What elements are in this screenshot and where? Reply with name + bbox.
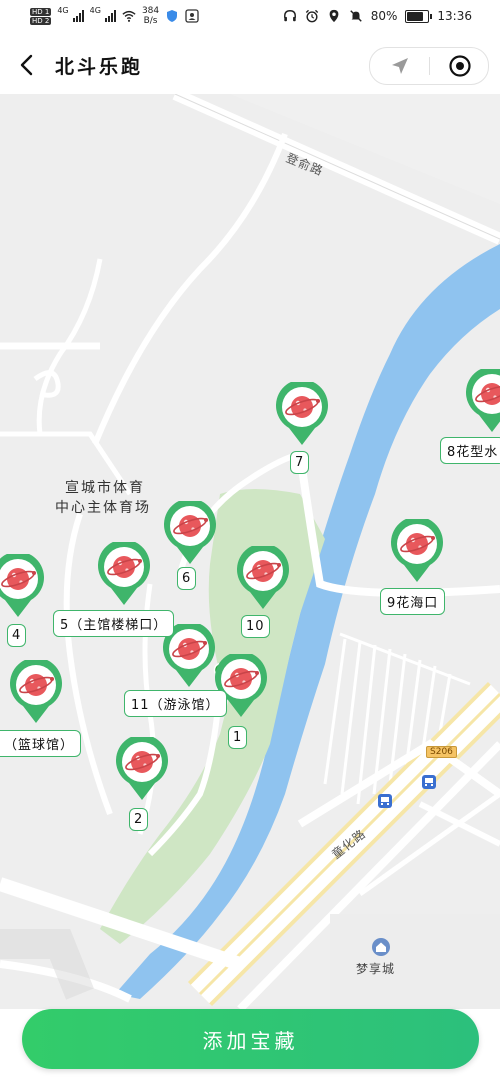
status-left: HD 1 HD 2 4G 4G 384 B/s (30, 6, 199, 26)
planet-pin-icon (98, 539, 150, 605)
marker-label-2[interactable]: 2 (129, 808, 149, 831)
navigation-arrow-icon (391, 58, 408, 74)
marker-label-10[interactable]: 10 (241, 615, 270, 638)
treasure-pin-5[interactable] (97, 539, 151, 606)
marker-label-7[interactable]: 7 (290, 451, 310, 474)
marker-label-9[interactable]: 9花海口 (380, 588, 446, 615)
sig2-label: 4G (89, 6, 101, 15)
signal-icon (104, 10, 116, 22)
alarm-icon (305, 9, 318, 23)
bus-stop-icon (378, 794, 392, 808)
wifi-icon (122, 10, 136, 22)
battery-percent: 80% (370, 9, 398, 23)
highway-badge: S206 (426, 746, 457, 758)
chevron-left-icon (20, 54, 33, 76)
battery-icon (405, 9, 433, 23)
page-title: 北斗乐跑 (55, 56, 144, 78)
status-bar: HD 1 HD 2 4G 4G 384 B/s 80% 13:36 (0, 0, 500, 36)
clock: 13:36 (437, 9, 472, 23)
bus-stop-icon (422, 775, 436, 789)
shield-icon (167, 10, 178, 22)
mute-bell-icon (349, 10, 362, 22)
treasure-pin-8[interactable] (465, 366, 500, 433)
map-view[interactable]: 登俞路 童化路 S206 梦享城 宣城市体育 中心主体育场 7 8花型水 6 9… (0, 94, 500, 1009)
location-button[interactable] (370, 48, 429, 84)
close-miniprogram-button[interactable] (430, 48, 489, 84)
add-treasure-button[interactable]: 添加宝藏 (22, 1009, 479, 1069)
treasure-pin-2[interactable] (115, 734, 169, 801)
user-box-icon (185, 9, 199, 23)
sig1-label: 4G (57, 6, 69, 15)
net-speed: 384 B/s (142, 6, 159, 26)
battery-level (407, 11, 423, 21)
marker-label-1[interactable]: 1 (228, 726, 248, 749)
treasure-pin-9[interactable] (390, 516, 444, 583)
treasure-pin-3[interactable] (9, 657, 63, 724)
place-label-line1: 宣城市体育 (65, 480, 145, 496)
net-speed-unit: B/s (143, 16, 158, 26)
treasure-pin-10[interactable] (236, 543, 290, 610)
marker-label-5[interactable]: 5（主馆楼梯口） (53, 610, 175, 637)
hd2-badge: HD 2 (30, 16, 52, 25)
bottom-bar: 添加宝藏 (0, 1009, 500, 1083)
planet-pin-icon (10, 657, 63, 723)
planet-pin-icon (237, 543, 289, 609)
treasure-pin-4[interactable] (0, 551, 45, 618)
mini-program-capsule (369, 47, 489, 85)
place-label-line2: 中心主体育场 (55, 500, 151, 516)
home-poi-icon (372, 938, 390, 956)
treasure-pin-6[interactable] (163, 498, 217, 565)
planet-pin-icon (164, 498, 216, 564)
marker-label-8[interactable]: 8花型水 (440, 437, 500, 464)
hd-badges: HD 1 HD 2 (30, 7, 52, 25)
marker-label-3[interactable]: （篮球馆） (0, 730, 82, 757)
planet-pin-icon (276, 379, 328, 445)
poi-label: 梦享城 (356, 962, 396, 976)
headphones-icon (283, 10, 296, 22)
hd1-badge: HD 1 (30, 7, 52, 16)
treasure-pin-7[interactable] (275, 379, 329, 446)
planet-pin-icon (466, 366, 500, 432)
signal-icon (72, 10, 84, 22)
net-speed-value: 384 (141, 6, 160, 16)
marker-label-11[interactable]: 11（游泳馆） (124, 690, 227, 717)
marker-label-6[interactable]: 6 (177, 567, 197, 590)
status-right: 80% 13:36 (283, 9, 472, 23)
back-button[interactable] (12, 50, 42, 80)
planet-pin-icon (391, 516, 443, 582)
nav-bar: 北斗乐跑 (0, 36, 500, 94)
planet-pin-icon (116, 734, 168, 800)
target-icon (448, 55, 471, 77)
planet-pin-icon (0, 551, 44, 617)
marker-label-4[interactable]: 4 (7, 624, 27, 647)
location-pin-icon (329, 9, 339, 23)
